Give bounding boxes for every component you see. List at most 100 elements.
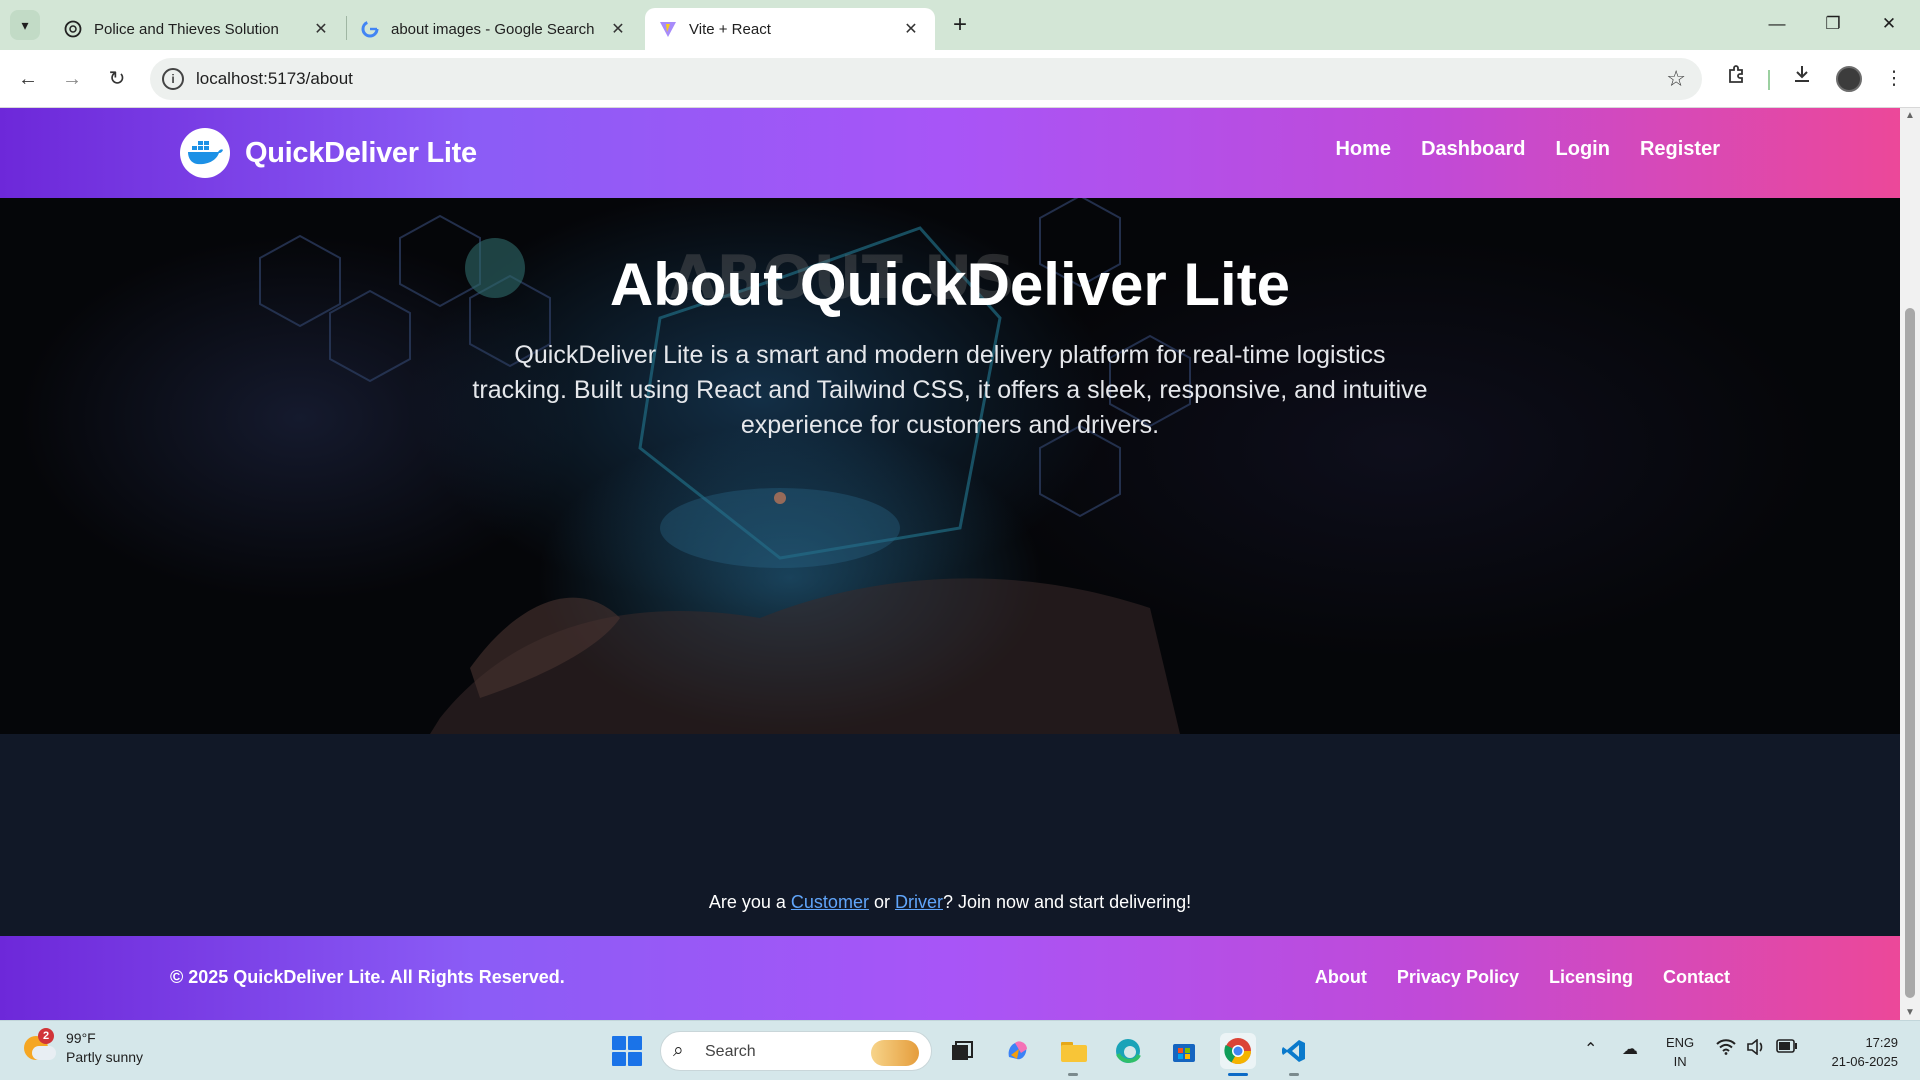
restore-button[interactable]: ❐	[1810, 6, 1856, 42]
main-nav: Home Dashboard Login Register	[1335, 138, 1720, 161]
chrome-icon[interactable]	[1220, 1033, 1256, 1069]
weather-widget[interactable]: 2 99°F Partly sunny	[24, 1028, 144, 1067]
windows-taskbar: 2 99°F Partly sunny ⌕ Search ⌃ ☁ ENG IN	[0, 1020, 1920, 1080]
hero-description: QuickDeliver Lite is a smart and modern …	[472, 341, 1428, 439]
onedrive-icon[interactable]: ☁	[1622, 1039, 1638, 1059]
scroll-up-icon[interactable]: ▲	[1904, 110, 1916, 121]
start-button[interactable]	[612, 1036, 642, 1066]
driver-link[interactable]: Driver	[895, 892, 943, 912]
arrow-left-icon: ←	[18, 68, 38, 90]
tab-search-button[interactable]: ▾	[10, 10, 40, 40]
more-menu-icon[interactable]: ⋮	[1878, 63, 1910, 95]
tab-about-images[interactable]: about images - Google Search ✕	[347, 8, 642, 50]
arrow-right-icon: →	[62, 68, 82, 90]
cta-prefix: Are you a	[708, 892, 791, 912]
minimize-button[interactable]: —	[1754, 6, 1800, 42]
nav-home[interactable]: Home	[1335, 138, 1391, 161]
tab-police-thieves[interactable]: Police and Thieves Solution ✕	[50, 8, 345, 50]
battery-icon[interactable]	[1776, 1039, 1798, 1058]
tab-title: Vite + React	[689, 20, 771, 38]
page-scrollbar[interactable]: ▲ ▼	[1900, 108, 1920, 1020]
join-cta: Are you a Customer or Driver? Join now a…	[0, 892, 1900, 913]
google-icon	[361, 20, 379, 38]
volume-icon[interactable]	[1746, 1038, 1766, 1060]
back-button[interactable]: ←	[12, 63, 44, 95]
browser-toolbar: ← → ↻ i localhost:5173/about ☆ ⋮	[0, 50, 1920, 108]
partly-sunny-icon: 2	[24, 1028, 56, 1064]
scroll-thumb[interactable]	[1905, 308, 1915, 998]
brand[interactable]: QuickDeliver Lite	[180, 128, 477, 178]
docker-whale-icon	[180, 128, 230, 178]
openai-icon	[64, 20, 82, 38]
hero-section: ABOUT US About QuickDeliver Lite QuickDe…	[0, 198, 1900, 734]
plus-icon: +	[952, 11, 967, 38]
lang-code: ENG	[1666, 1035, 1695, 1050]
site-info-icon[interactable]: i	[162, 68, 184, 90]
new-tab-button[interactable]: +	[946, 12, 974, 40]
edge-icon[interactable]	[1110, 1033, 1146, 1069]
microsoft-store-icon[interactable]	[1166, 1033, 1202, 1069]
minimize-icon: —	[1768, 14, 1786, 33]
restore-icon: ❐	[1825, 14, 1841, 33]
close-icon[interactable]: ✕	[901, 19, 921, 39]
search-label: Search	[705, 1043, 756, 1060]
clock-time: 17:29	[1865, 1035, 1898, 1050]
scroll-down-icon[interactable]: ▼	[1904, 1007, 1916, 1018]
wifi-icon[interactable]	[1716, 1039, 1736, 1060]
reload-icon: ↻	[108, 68, 126, 90]
active-indicator	[1228, 1073, 1248, 1076]
forward-button[interactable]: →	[56, 63, 88, 95]
cta-middle: or	[868, 892, 895, 912]
search-highlight-image	[871, 1040, 919, 1066]
close-icon[interactable]: ✕	[608, 19, 628, 39]
footer-link-about[interactable]: About	[1315, 967, 1367, 988]
profile-avatar[interactable]	[1836, 66, 1862, 92]
chevron-up-icon[interactable]: ⌃	[1584, 1039, 1597, 1059]
tab-strip: ▾ Police and Thieves Solution ✕ about im…	[0, 0, 1920, 50]
search-icon: ⌕	[673, 1040, 684, 1061]
toolbar-divider	[1768, 70, 1770, 90]
tab-title: about images - Google Search	[391, 20, 595, 38]
footer-link-licensing[interactable]: Licensing	[1549, 967, 1633, 988]
weather-badge: 2	[38, 1028, 54, 1044]
footer-nav: About Privacy Policy Licensing Contact	[1315, 967, 1730, 988]
language-indicator[interactable]: ENG IN	[1666, 1033, 1694, 1071]
tab-title: Police and Thieves Solution	[94, 20, 279, 38]
nav-login[interactable]: Login	[1556, 138, 1610, 161]
close-icon[interactable]: ✕	[311, 19, 331, 39]
site-footer: © 2025 QuickDeliver Lite. All Rights Res…	[0, 936, 1900, 1020]
extensions-icon[interactable]	[1720, 63, 1752, 95]
running-indicator	[1068, 1073, 1078, 1076]
lang-region: IN	[1673, 1054, 1687, 1069]
download-icon[interactable]	[1786, 63, 1818, 95]
nav-dashboard[interactable]: Dashboard	[1421, 138, 1525, 161]
file-explorer-icon[interactable]	[1056, 1033, 1092, 1069]
close-icon: ✕	[1881, 14, 1897, 33]
site-header: QuickDeliver Lite Home Dashboard Login R…	[0, 108, 1900, 198]
vscode-icon[interactable]	[1276, 1033, 1312, 1069]
footer-link-privacy[interactable]: Privacy Policy	[1397, 967, 1519, 988]
chevron-down-icon: ▾	[21, 16, 29, 33]
vite-icon	[659, 20, 677, 38]
weather-temp: 99°F	[66, 1030, 96, 1046]
footer-link-contact[interactable]: Contact	[1663, 967, 1730, 988]
bookmark-star-icon[interactable]: ☆	[1666, 66, 1686, 92]
cta-suffix: ? Join now and start delivering!	[942, 892, 1192, 912]
url-text[interactable]: localhost:5173/about	[196, 69, 353, 89]
task-view-icon[interactable]	[944, 1033, 980, 1069]
address-bar[interactable]: i localhost:5173/about ☆	[150, 58, 1702, 100]
weather-desc: Partly sunny	[66, 1049, 144, 1065]
running-indicator	[1289, 1073, 1299, 1076]
copyright-text: © 2025 QuickDeliver Lite. All Rights Res…	[170, 967, 565, 987]
nav-register[interactable]: Register	[1640, 138, 1720, 161]
page-viewport: QuickDeliver Lite Home Dashboard Login R…	[0, 108, 1900, 1020]
brand-name: QuickDeliver Lite	[245, 136, 477, 169]
customer-link[interactable]: Customer	[791, 892, 869, 912]
copilot-icon[interactable]	[1000, 1033, 1036, 1069]
reload-button[interactable]: ↻	[101, 63, 133, 95]
tab-vite-react[interactable]: Vite + React ✕	[645, 8, 935, 50]
close-window-button[interactable]: ✕	[1866, 6, 1912, 42]
taskbar-search[interactable]: ⌕ Search	[660, 1031, 932, 1071]
page-title: About QuickDeliver Lite	[609, 251, 1291, 318]
system-clock[interactable]: 17:29 21-06-2025	[1818, 1033, 1899, 1071]
